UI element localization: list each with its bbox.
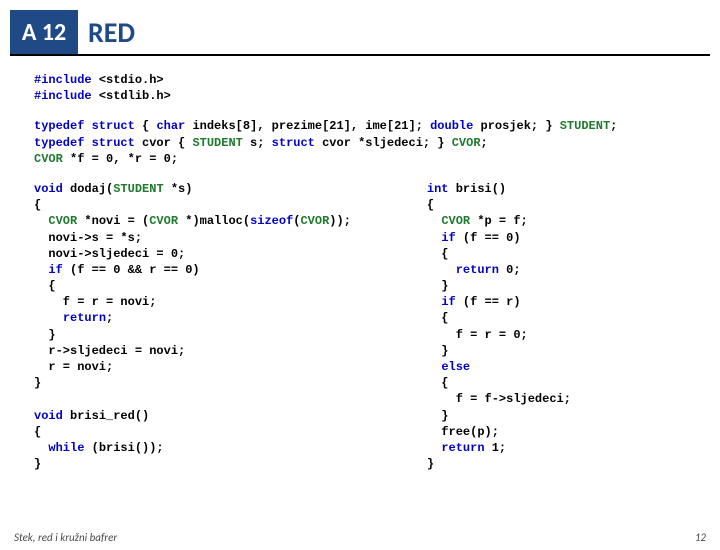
code-token: CVOR	[300, 214, 329, 228]
code-token: }	[427, 409, 449, 423]
code-token: s;	[243, 136, 272, 150]
code-token: return	[456, 263, 499, 277]
code-token: novi->s = *s;	[34, 231, 142, 245]
code-token: }	[34, 376, 41, 390]
code-token: CVOR	[149, 214, 178, 228]
includes: #include <stdio.h> #include <stdlib.h>	[34, 72, 686, 104]
code-token: prosjek; }	[473, 119, 559, 133]
code-block: #include <stdio.h> #include <stdlib.h> t…	[0, 56, 720, 472]
code-token: struct	[272, 136, 315, 150]
code-token	[427, 295, 441, 309]
code-token: }	[427, 457, 434, 471]
code-token: {	[427, 247, 449, 261]
code-token: cvor {	[135, 136, 193, 150]
code-token: f = r = 0;	[427, 328, 528, 342]
slide-title: RED	[78, 10, 135, 54]
code-token: *)malloc(	[178, 214, 250, 228]
page-number: 12	[695, 531, 706, 544]
code-token: *f = 0, *r = 0;	[63, 152, 178, 166]
code-token: }	[34, 457, 41, 471]
code-token	[34, 311, 63, 325]
code-token: *p = f;	[470, 214, 528, 228]
code-token: 1;	[485, 441, 507, 455]
code-token	[427, 360, 441, 374]
code-token: STUDENT	[113, 182, 163, 196]
code-token: void	[34, 182, 63, 196]
code-token: }	[427, 344, 449, 358]
code-token: {	[427, 311, 449, 325]
code-token: return	[441, 441, 484, 455]
slide-badge: A 12	[10, 10, 78, 54]
code-token: (brisi());	[84, 441, 163, 455]
code-token: ;	[610, 119, 617, 133]
code-token: char	[156, 119, 185, 133]
code-token: CVOR	[452, 136, 481, 150]
code-token: if	[441, 295, 455, 309]
code-token: #include	[34, 73, 92, 87]
code-token: novi->sljedeci = 0;	[34, 247, 185, 261]
code-token: {	[34, 198, 41, 212]
code-token: return	[63, 311, 106, 325]
code-token: (f == 0)	[456, 231, 521, 245]
code-token: {	[135, 119, 157, 133]
code-column-right: int brisi() { CVOR *p = f; if (f == 0) {…	[427, 181, 571, 472]
code-token: {	[427, 376, 449, 390]
code-token: }	[34, 328, 56, 342]
code-token: {	[34, 425, 41, 439]
code-token	[427, 441, 441, 455]
code-token: *s)	[164, 182, 193, 196]
code-token: CVOR	[48, 214, 77, 228]
slide-header: A 12 RED	[10, 10, 710, 56]
code-token: (f == r)	[456, 295, 521, 309]
code-token: 0;	[499, 263, 521, 277]
code-token: CVOR	[34, 152, 63, 166]
code-token: sizeof	[250, 214, 293, 228]
code-token: #include	[34, 89, 92, 103]
code-token: else	[441, 360, 470, 374]
code-token: f = f->sljedeci;	[427, 392, 571, 406]
footer-text: Stek, red i kružni bafrer	[14, 531, 117, 544]
code-token: typedef struct	[34, 136, 135, 150]
code-token: *novi = (	[77, 214, 149, 228]
code-token: if	[441, 231, 455, 245]
code-token	[34, 263, 48, 277]
code-token: ;	[106, 311, 113, 325]
code-token: ;	[481, 136, 488, 150]
code-token: dodaj(	[63, 182, 113, 196]
code-token: free(p);	[427, 425, 499, 439]
code-token	[34, 441, 48, 455]
code-token	[427, 231, 441, 245]
code-token: }	[427, 279, 449, 293]
code-token: f = r = novi;	[34, 295, 156, 309]
code-token: brisi()	[449, 182, 507, 196]
code-token: int	[427, 182, 449, 196]
code-token: void	[34, 409, 63, 423]
code-token: CVOR	[441, 214, 470, 228]
code-token: indeks[8], prezime[21], ime[21];	[185, 119, 430, 133]
code-column-left: void dodaj(STUDENT *s) { CVOR *novi = (C…	[34, 181, 351, 472]
code-token: {	[34, 279, 56, 293]
code-token: <stdlib.h>	[99, 89, 171, 103]
code-token: ));	[329, 214, 351, 228]
code-token: if	[48, 263, 62, 277]
code-token: STUDENT	[560, 119, 610, 133]
code-token: r = novi;	[34, 360, 113, 374]
code-token: double	[430, 119, 473, 133]
code-token: while	[48, 441, 84, 455]
code-token: (f == 0 && r == 0)	[63, 263, 200, 277]
code-token: brisi_red()	[63, 409, 149, 423]
code-columns: void dodaj(STUDENT *s) { CVOR *novi = (C…	[34, 181, 686, 472]
code-token: {	[427, 198, 434, 212]
code-token: STUDENT	[192, 136, 242, 150]
slide-footer: Stek, red i kružni bafrer 12	[14, 531, 706, 544]
code-token: r->sljedeci = novi;	[34, 344, 185, 358]
code-token: cvor *sljedeci; }	[315, 136, 452, 150]
code-token: <stdio.h>	[99, 73, 164, 87]
code-token: typedef struct	[34, 119, 135, 133]
typedefs: typedef struct { char indeks[8], prezime…	[34, 118, 686, 167]
code-token	[427, 263, 456, 277]
